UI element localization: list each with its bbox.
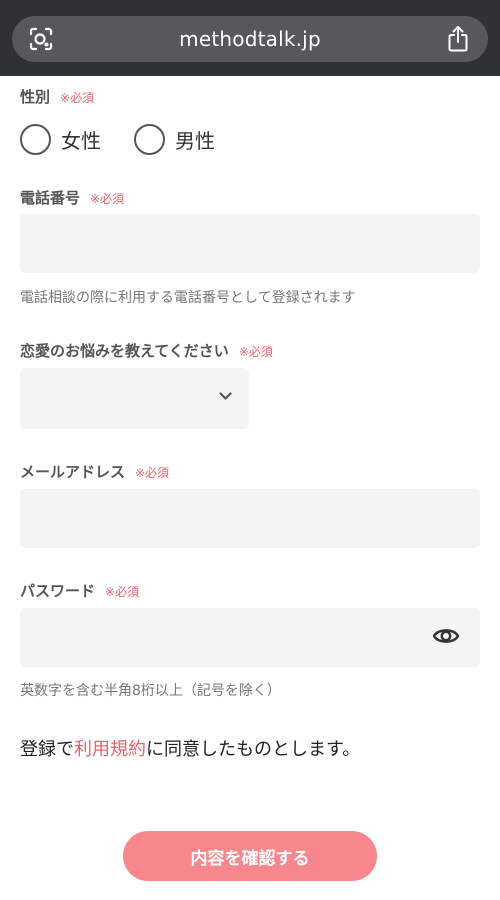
email-label-text: メールアドレス xyxy=(20,463,126,481)
address-bar[interactable]: methodtalk.jp xyxy=(12,16,488,62)
gender-label-text: 性別 xyxy=(20,88,51,106)
email-label: メールアドレス ※必須 xyxy=(20,461,169,482)
terms-agreement: 登録で利用規約に同意したものとします。 xyxy=(20,735,360,761)
required-mark: ※必須 xyxy=(60,91,95,105)
concern-label: 恋愛のお悩みを教えてください ※必須 xyxy=(20,340,273,361)
eye-icon[interactable] xyxy=(432,625,460,647)
radio-button[interactable] xyxy=(134,123,165,155)
phone-label: 電話番号 ※必須 xyxy=(20,187,124,208)
password-label: パスワード ※必須 xyxy=(20,580,139,601)
required-mark: ※必須 xyxy=(238,345,273,359)
email-input[interactable] xyxy=(20,489,480,548)
password-field[interactable] xyxy=(20,608,480,667)
gender-option-male[interactable]: 男性 xyxy=(134,122,215,156)
phone-field[interactable] xyxy=(20,214,480,273)
browser-toolbar: methodtalk.jp xyxy=(0,0,500,76)
password-hint: 英数字を含む半角8桁以上（記号を除く） xyxy=(20,683,281,699)
url-text: methodtalk.jp xyxy=(179,27,321,51)
required-mark: ※必須 xyxy=(105,585,140,599)
required-mark: ※必須 xyxy=(90,192,125,206)
radio-label: 女性 xyxy=(61,128,101,153)
phone-label-text: 電話番号 xyxy=(20,189,81,207)
share-icon[interactable] xyxy=(446,25,470,53)
radio-button[interactable] xyxy=(20,123,51,155)
concern-label-text: 恋愛のお悩みを教えてください xyxy=(20,342,229,360)
required-mark: ※必須 xyxy=(135,466,170,480)
concern-select[interactable] xyxy=(20,368,249,429)
gender-option-female[interactable]: 女性 xyxy=(20,122,101,156)
phone-input[interactable] xyxy=(20,214,480,273)
confirm-button[interactable]: 内容を確認する xyxy=(123,831,377,881)
phone-hint: 電話相談の際に利用する電話番号として登録されます xyxy=(20,290,356,306)
password-label-text: パスワード xyxy=(20,582,96,600)
agreement-suffix: に同意したものとします。 xyxy=(146,739,361,760)
chevron-down-icon xyxy=(219,392,232,400)
terms-link[interactable]: 利用規約 xyxy=(74,739,146,760)
gender-label: 性別 ※必須 xyxy=(20,86,94,107)
agreement-prefix: 登録で xyxy=(20,739,74,760)
email-field[interactable] xyxy=(20,489,480,548)
password-input[interactable] xyxy=(20,608,480,667)
radio-label: 男性 xyxy=(175,128,215,153)
